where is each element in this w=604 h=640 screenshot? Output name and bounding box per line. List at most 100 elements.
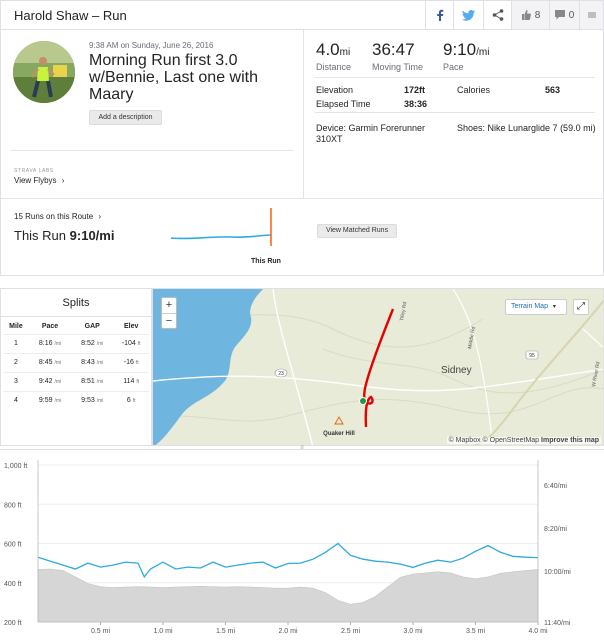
chevron-right-icon: ›	[98, 212, 102, 221]
fullscreen-button[interactable]: ⤢	[573, 299, 589, 315]
calories-label: Calories	[457, 85, 491, 95]
chart-canvas[interactable]: 1,000 ft 800 ft 600 ft 400 ft 200 ft 6:40/mi 8…	[0, 450, 604, 640]
table-row[interactable]: 2 8:45 /mi 8:43 /mi -16 ft	[3, 352, 149, 372]
table-row[interactable]: 4 9:59 /mi 9:53 /mi 6 ft	[3, 390, 149, 410]
map-zoom-control: + −	[161, 297, 177, 329]
table-row[interactable]: 1 8:16 /mi 8:52 /mi -104 ft	[3, 333, 149, 353]
elevation-area	[37, 568, 539, 623]
divider	[315, 77, 595, 78]
zoom-in-button[interactable]: +	[162, 298, 176, 314]
pace-unit: /mi	[476, 47, 490, 58]
distance-stat: 4.0mi	[316, 40, 350, 60]
divider	[303, 30, 304, 198]
svg-text:23: 23	[278, 371, 284, 377]
split-elev: 114 ft	[113, 371, 149, 391]
split-pace: 9:42 /mi	[28, 371, 72, 391]
comment-icon	[554, 10, 565, 20]
expand-icon: ⤢	[577, 301, 585, 312]
this-run-pace: This Run 9:10/mi	[14, 228, 114, 243]
divider	[1, 198, 603, 199]
elevation-value: 172ft	[404, 85, 426, 95]
kudos-button[interactable]: 8	[511, 1, 549, 29]
route-pace-sparkline: This Run	[170, 208, 281, 265]
distance-value: 4.0	[316, 40, 340, 59]
split-elev: -16 ft	[113, 352, 149, 372]
route-map[interactable]: 23 95 Sidney Quaker Hill Middle Rd Tille…	[152, 288, 604, 446]
route-runs-link[interactable]: 15 Runs on this Route ›	[14, 212, 101, 221]
x-tick-label: 2.5 mi	[341, 628, 361, 635]
activity-timestamp: 9:38 AM on Sunday, June 26, 2016	[89, 41, 214, 50]
map-label-quaker-hill: Quaker Hill	[323, 431, 355, 437]
splits-col-mile: Mile	[9, 322, 23, 330]
split-gap: 8:51 /mi	[71, 371, 114, 391]
sparkline-line	[170, 234, 272, 240]
pace-label: Pace	[443, 62, 464, 72]
map-layer-label: Terrain Map	[511, 303, 548, 310]
splits-table: Mile Pace GAP Elev 1 8:16 /mi 8:52 /mi -…	[3, 319, 149, 410]
moving-time-value: 36:47	[372, 40, 415, 59]
x-tick-label: 3.5 mi	[466, 628, 486, 635]
table-row[interactable]: 3 9:42 /mi 8:51 /mi 114 ft	[3, 371, 149, 391]
map-layer-select[interactable]: Terrain Map ▾	[505, 299, 567, 315]
view-flybys-label: View Flybys	[14, 176, 57, 185]
pace-line	[37, 542, 539, 579]
thumbs-up-icon	[521, 10, 531, 20]
x-tick-label: 4.0 mi	[528, 628, 548, 635]
comment-count: 0	[568, 9, 575, 21]
twitter-icon	[462, 9, 475, 21]
map-label-sidney: Sidney	[441, 365, 472, 376]
facebook-icon	[436, 9, 444, 21]
improve-map-link[interactable]: Improve this map	[541, 437, 599, 444]
y-tick-label-left: 200 ft	[4, 620, 22, 627]
elapsed-time-value: 38:36	[404, 99, 428, 109]
mapbox-attribution-link[interactable]: © Mapbox	[449, 437, 481, 444]
x-tick-label: 1.5 mi	[216, 628, 236, 635]
share-button[interactable]	[483, 1, 511, 29]
split-gap: 8:43 /mi	[71, 352, 114, 372]
divider	[11, 150, 293, 151]
split-pace: 9:59 /mi	[28, 390, 72, 410]
elevation-pace-chart[interactable]: 1,000 ft 800 ft 600 ft 400 ft 200 ft 6:40/mi 8…	[0, 449, 604, 640]
zoom-out-button[interactable]: −	[162, 314, 176, 329]
splits-col-elev: Elev	[123, 322, 139, 330]
x-tick-label: 3.0 mi	[403, 628, 423, 635]
road-shield-95: 95	[525, 350, 539, 360]
split-elev: 6 ft	[113, 390, 149, 410]
twitter-share-button[interactable]	[453, 1, 483, 29]
device-info: Device: Garmin Forerunner 310XT	[316, 123, 426, 144]
calories-value: 563	[545, 85, 561, 95]
this-run-marker-label: This Run	[251, 258, 281, 265]
osm-attribution-link[interactable]: © OpenStreetMap	[483, 437, 540, 444]
shoes-info[interactable]: Shoes: Nike Lunarglide 7 (59.0 mi)	[457, 123, 597, 134]
athlete-avatar[interactable]	[13, 41, 75, 103]
comments-button[interactable]: 0	[549, 1, 579, 29]
divider	[315, 112, 595, 113]
more-icon	[587, 12, 596, 18]
distance-label: Distance	[316, 62, 352, 72]
activity-name[interactable]: Morning Run first 3.0 w/Bennie, Last one…	[89, 52, 289, 103]
pace-stat: 9:10/mi	[443, 40, 489, 60]
split-elev: -104 ft	[113, 333, 149, 353]
splits-col-pace: Pace	[41, 322, 59, 330]
add-description-button[interactable]: Add a description	[89, 110, 162, 125]
moving-time-label: Moving Time	[372, 62, 424, 72]
road-shield-23: 23	[274, 368, 288, 378]
map-attribution: © Mapbox © OpenStreetMap Improve this ma…	[446, 437, 601, 444]
share-icon	[492, 9, 504, 21]
more-button[interactable]	[579, 1, 603, 29]
facebook-share-button[interactable]	[425, 1, 453, 29]
page-title: Harold Shaw – Run	[14, 8, 127, 23]
view-matched-runs-button[interactable]: View Matched Runs	[317, 224, 397, 238]
splits-col-gap: GAP	[84, 322, 100, 330]
y-tick-label-left: 400 ft	[4, 581, 22, 588]
split-gap: 9:53 /mi	[71, 390, 114, 410]
splits-title: Splits	[1, 289, 151, 317]
split-pace: 8:45 /mi	[28, 352, 72, 372]
svg-text:95: 95	[529, 353, 535, 359]
split-mile: 2	[3, 352, 29, 372]
y-tick-label-right: 6:40/mi	[544, 483, 567, 490]
view-flybys-link[interactable]: View Flybys ›	[14, 176, 64, 185]
this-run-label: This Run	[14, 228, 67, 243]
y-tick-label-right: 11:40/mi	[544, 620, 571, 627]
caret-down-icon: ▾	[552, 304, 556, 310]
